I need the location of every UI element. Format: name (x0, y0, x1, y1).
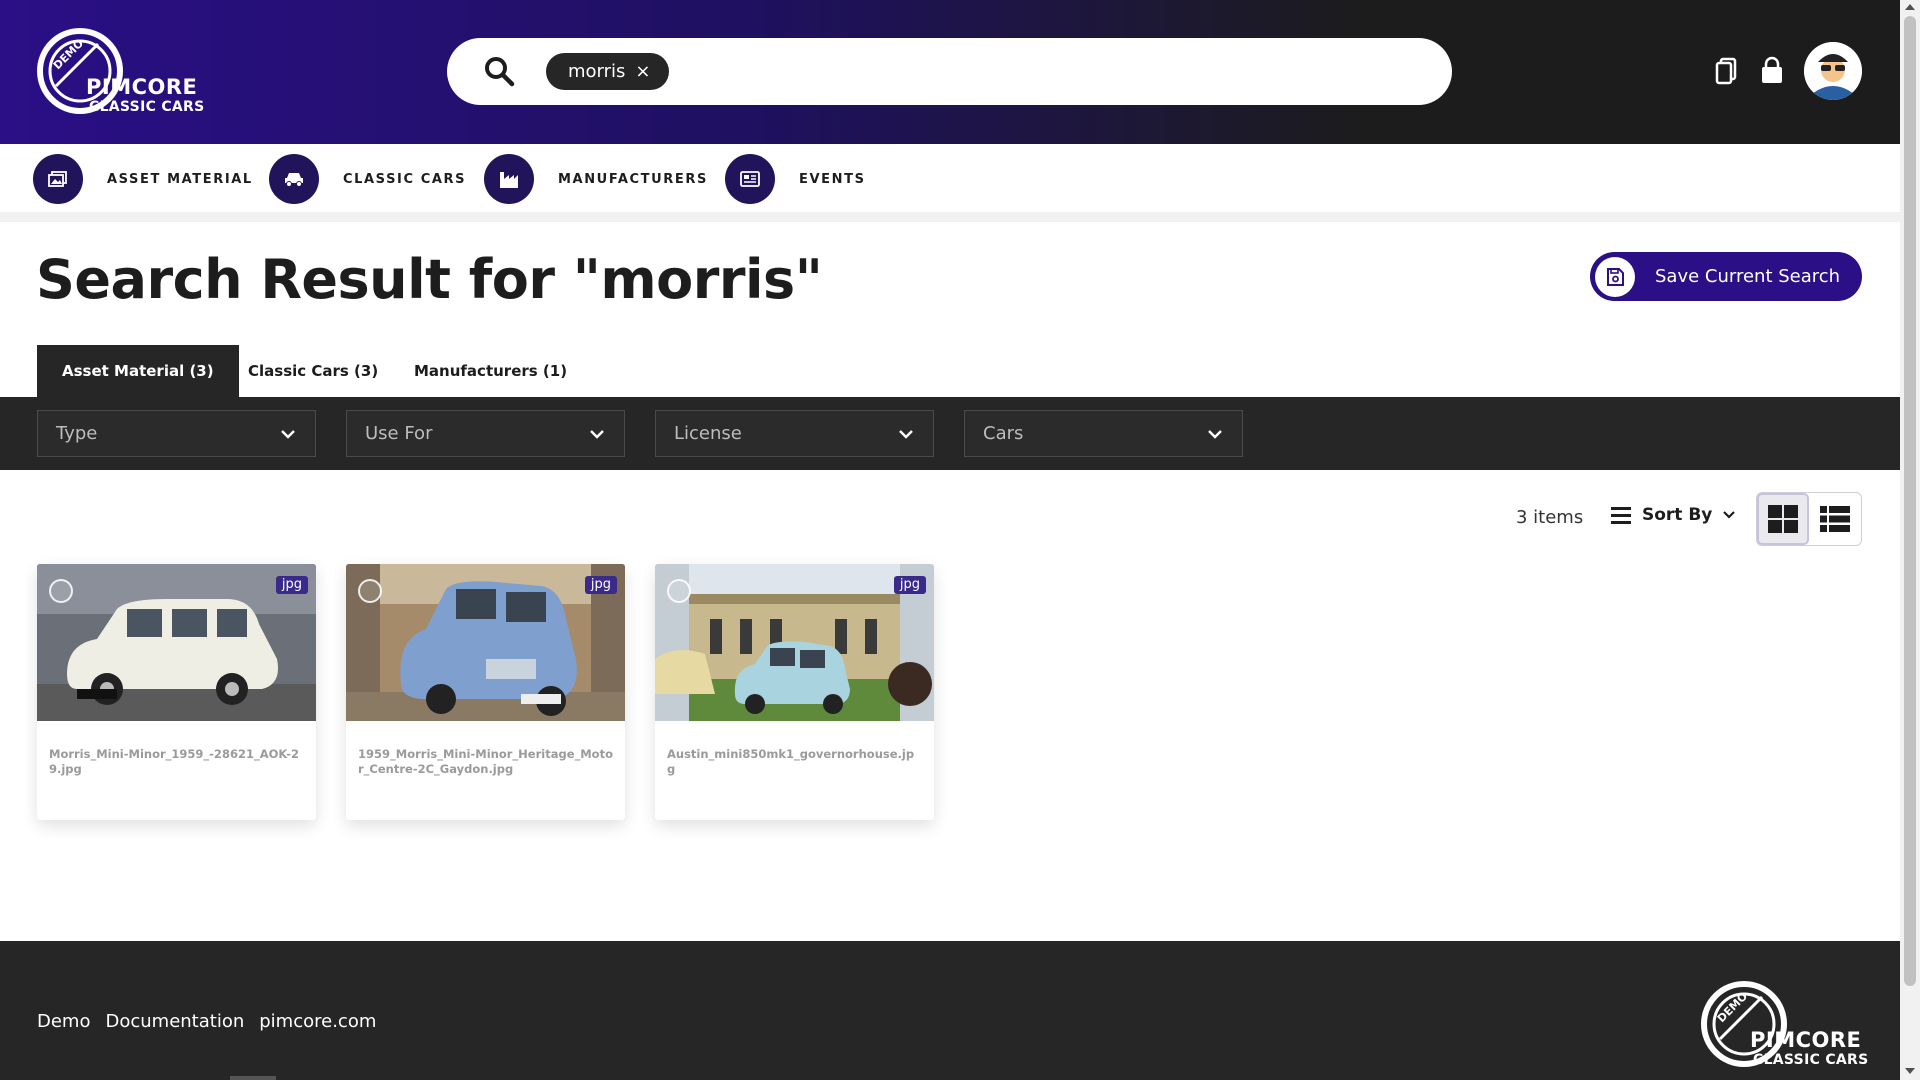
search-term-chip[interactable]: morris × (546, 53, 669, 90)
footer-links: Demo Documentation pimcore.com (37, 1011, 376, 1032)
chevron-down-icon (590, 430, 604, 439)
asset-thumbnail (346, 564, 625, 721)
footer-link-documentation[interactable]: Documentation (105, 1011, 244, 1032)
filter-bar: Type Use For License Cars (0, 397, 1900, 470)
top-header: DEMO PIMCORE CLASSIC CARS morris × (0, 0, 1900, 144)
filter-label: Use For (365, 423, 433, 444)
search-term-label: morris (568, 61, 626, 82)
filter-label: Type (56, 423, 98, 444)
nav-label: MANUFACTURERS (558, 171, 708, 187)
logo-main-text: PIMCORE (1750, 1028, 1862, 1052)
footer-link-pimcore[interactable]: pimcore.com (259, 1011, 376, 1032)
chevron-down-icon (899, 430, 913, 439)
sort-by-dropdown[interactable]: Sort By (1610, 505, 1736, 525)
view-mode-toggle (1756, 492, 1862, 546)
save-disk-icon (1595, 256, 1635, 297)
asset-filename: Morris_Mini-Minor_1959_-28621_AOK-29.jpg (49, 747, 300, 776)
list-view-button[interactable] (1809, 493, 1861, 545)
save-current-search-label: Save Current Search (1655, 266, 1841, 287)
logo-sub-text: CLASSIC CARS (89, 99, 205, 115)
user-avatar[interactable] (1804, 42, 1862, 100)
search-bar[interactable]: morris × (447, 38, 1452, 105)
scroll-up-icon[interactable] (1905, 4, 1915, 10)
tab-asset-material[interactable]: Asset Material (3) (37, 345, 239, 397)
page-scrollbar[interactable] (1900, 0, 1920, 1080)
footer-logo[interactable]: DEMO PIMCORE CLASSIC CARS (1700, 979, 1870, 1071)
filter-label: License (674, 423, 742, 444)
filter-label: Cars (983, 423, 1024, 444)
asset-filename: Austin_mini850mk1_governorhouse.jpg (667, 747, 915, 776)
result-count: 3 items (1516, 507, 1584, 528)
footer-link-demo[interactable]: Demo (37, 1011, 90, 1032)
logo-sub-text: CLASSIC CARS (1753, 1052, 1869, 1068)
file-type-badge: jpg (275, 576, 308, 594)
chevron-down-icon (1723, 511, 1736, 519)
tab-manufacturers[interactable]: Manufacturers (1) (389, 345, 592, 397)
grid-view-icon (1768, 505, 1799, 533)
asset-card[interactable]: jpg 1959_Morris_Mini-Minor_Heritage_Moto… (346, 564, 625, 820)
footer-indicator (230, 1076, 276, 1080)
select-checkbox[interactable] (358, 579, 382, 603)
avatar-icon (1804, 42, 1862, 100)
pimcore-logo[interactable]: DEMO PIMCORE CLASSIC CARS (36, 26, 206, 118)
select-checkbox[interactable] (49, 579, 73, 603)
page-footer: Demo Documentation pimcore.com DEMO PIMC… (0, 941, 1900, 1080)
nav-item-asset-material[interactable]: ASSET MATERIAL (33, 154, 253, 204)
tab-classic-cars[interactable]: Classic Cars (3) (223, 345, 403, 397)
nav-label: EVENTS (799, 171, 866, 187)
remove-search-term-icon[interactable]: × (635, 62, 650, 81)
filter-cars-select[interactable]: Cars (964, 410, 1243, 457)
car-icon (269, 154, 319, 204)
asset-card[interactable]: jpg Morris_Mini-Minor_1959_-28621_AOK-29… (37, 564, 316, 820)
news-icon (725, 154, 775, 204)
scroll-down-icon[interactable] (1905, 1068, 1915, 1074)
nav-divider (0, 212, 1900, 222)
filter-type-select[interactable]: Type (37, 410, 316, 457)
list-view-icon (1820, 506, 1851, 532)
nav-label: CLASSIC CARS (343, 171, 467, 187)
collections-icon[interactable] (1712, 56, 1742, 86)
gallery-icon (33, 154, 83, 204)
asset-filename: 1959_Morris_Mini-Minor_Heritage_Motor_Ce… (358, 747, 613, 776)
scrollbar-thumb[interactable] (1904, 16, 1916, 986)
asset-thumbnail (655, 564, 934, 721)
nav-item-manufacturers[interactable]: MANUFACTURERS (484, 154, 708, 204)
page-title: Search Result for "morris" (36, 248, 823, 311)
file-type-badge: jpg (584, 576, 617, 594)
file-type-badge: jpg (893, 576, 926, 594)
grid-view-button[interactable] (1757, 493, 1810, 545)
asset-thumbnail (37, 564, 316, 721)
factory-icon (484, 154, 534, 204)
save-current-search-button[interactable]: Save Current Search (1590, 252, 1862, 301)
nav-item-classic-cars[interactable]: CLASSIC CARS (269, 154, 466, 204)
asset-card[interactable]: jpg Austin_mini850mk1_governorhouse.jpg (655, 564, 934, 820)
nav-label: ASSET MATERIAL (107, 171, 253, 187)
select-checkbox[interactable] (667, 579, 691, 603)
chevron-down-icon (1208, 430, 1222, 439)
sort-by-label: Sort By (1642, 505, 1713, 525)
chevron-down-icon (281, 430, 295, 439)
filter-license-select[interactable]: License (655, 410, 934, 457)
filter-use-for-select[interactable]: Use For (346, 410, 625, 457)
main-navigation: ASSET MATERIAL CLASSIC CARS MANUFACTURER… (0, 144, 1900, 212)
menu-lines-icon (1611, 507, 1631, 524)
search-icon[interactable] (483, 55, 515, 87)
cart-bag-icon[interactable] (1757, 56, 1787, 86)
logo-main-text: PIMCORE (86, 75, 198, 99)
nav-item-events[interactable]: EVENTS (725, 154, 866, 204)
